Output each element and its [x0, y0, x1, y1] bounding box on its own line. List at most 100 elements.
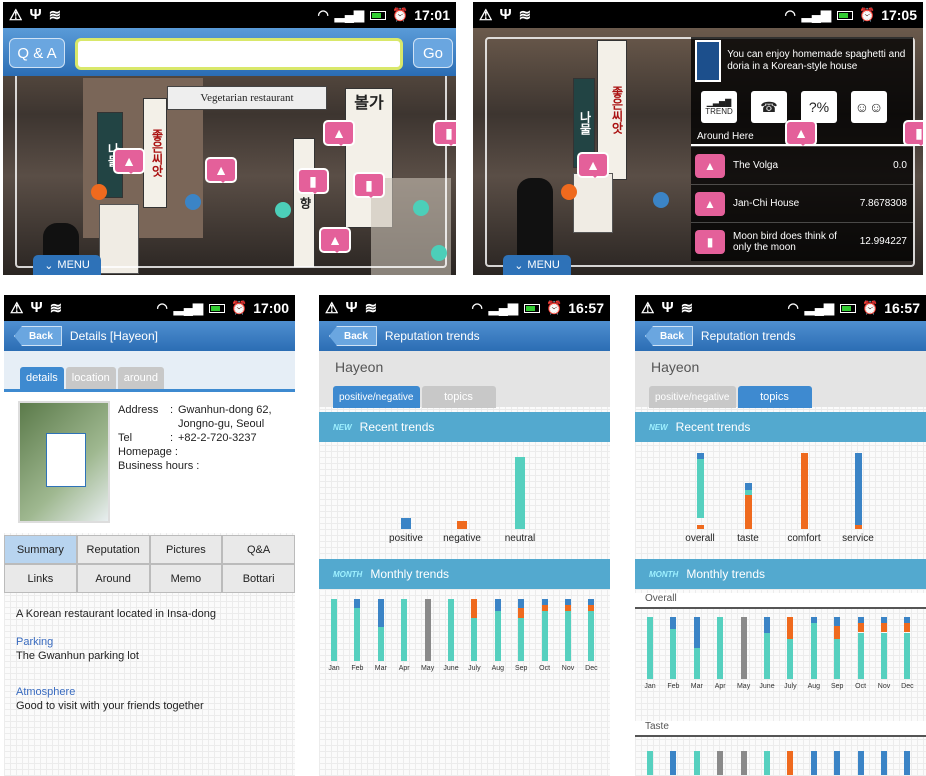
button-reputation[interactable]: Reputation — [76, 535, 150, 564]
cafe-pin[interactable]: ▮ — [433, 120, 456, 146]
bar-label: neutral — [504, 533, 536, 544]
phone-icon[interactable]: ☎ — [751, 91, 787, 123]
month-label: Sep — [514, 665, 528, 672]
button-bottari[interactable]: Bottari — [222, 564, 295, 593]
cafe-pin[interactable]: ▮ — [297, 168, 329, 194]
warning-icon: ⚠ — [641, 300, 655, 317]
button-memo[interactable]: Memo — [149, 564, 223, 593]
month-bar-mar — [377, 599, 384, 627]
bar-overall — [697, 525, 704, 529]
app-bar: Back Reputation trends — [635, 321, 926, 351]
restaurant-pin[interactable]: ▲ — [785, 120, 817, 146]
location-dot[interactable] — [275, 202, 291, 218]
page-title: Reputation trends — [384, 329, 480, 343]
back-button[interactable]: Back — [14, 326, 62, 346]
signal-icon: ▂▄▆ — [804, 300, 834, 315]
reputation-tabs: positive/negative topics — [649, 386, 812, 408]
month-label: May — [420, 665, 435, 672]
place-item[interactable]: ▮ Moon bird does think of only the moon 12… — [691, 222, 913, 260]
battery-icon — [209, 303, 225, 313]
tab-around[interactable]: around — [117, 367, 164, 389]
people-icon[interactable]: ☺☺ — [851, 91, 887, 123]
location-dot[interactable] — [413, 200, 429, 216]
tab-topics[interactable]: topics — [737, 386, 812, 408]
month-label: Nov — [561, 665, 575, 672]
month-bar-june — [764, 617, 770, 633]
signal-icon: ▂▄▆ — [334, 7, 364, 22]
month-label: July — [468, 665, 481, 672]
location-dot[interactable] — [561, 184, 577, 200]
menu-button[interactable]: ⌄ MENU — [33, 255, 101, 275]
button-around[interactable]: Around — [76, 564, 150, 593]
place-item[interactable]: ▲ Jan-Chi House 7.8678308 — [691, 184, 913, 222]
screen-ar-search: ⚠ Ψ ≋ ◠ ▂▄▆ ⏰ 17:01 Vegetarian restaurant 좋은씨… — [3, 2, 456, 275]
month-label: Mar — [690, 683, 703, 690]
place-info: Address: Gwanhun-dong 62, Jongno-gu, Seou… — [118, 403, 290, 473]
location-dot[interactable] — [91, 184, 107, 200]
restaurant-pin[interactable]: ▲ — [323, 120, 355, 146]
restaurant-pin[interactable]: ▲ — [577, 152, 609, 178]
month-label: Dec — [901, 683, 914, 690]
button-summary[interactable]: Summary — [4, 535, 77, 564]
menu-button[interactable]: ⌄ MENU — [503, 255, 571, 275]
clock: 16:57 — [884, 300, 920, 316]
month-bar-nov — [881, 623, 887, 633]
restaurant-pin[interactable]: ▲ — [319, 227, 351, 253]
status-bar: ⚠ Ψ ≋ ◠ ▂▄▆ ⏰ 16:57 — [635, 295, 926, 321]
month-bar-july — [787, 638, 794, 679]
restaurant-icon: ▲ — [695, 153, 725, 178]
promo-row[interactable]: You can enjoy homemade spaghetti and dor… — [691, 37, 913, 85]
month-bar-sep — [834, 617, 841, 627]
month-label: Dec — [585, 665, 598, 672]
cafe-pin[interactable]: ▮ — [353, 172, 385, 198]
location-dot[interactable] — [185, 194, 201, 210]
month-bar-sep — [834, 638, 841, 679]
location-dot[interactable] — [431, 245, 447, 261]
bar-service — [855, 453, 862, 526]
clock: 17:05 — [881, 7, 917, 23]
feed-icon: ≋ — [680, 300, 694, 317]
price-icon[interactable]: ?% — [801, 91, 837, 123]
place-photo — [18, 401, 110, 523]
tab-positive-negative[interactable]: positive/negative — [333, 386, 420, 408]
homepage-label: Homepage : — [118, 446, 178, 458]
qa-button[interactable]: Q & A — [9, 38, 65, 68]
feed-icon: ≋ — [48, 7, 62, 24]
month-bar-july — [787, 617, 794, 639]
location-dot[interactable] — [653, 192, 669, 208]
warning-icon: ⚠ — [10, 300, 24, 317]
button-pictures[interactable]: Pictures — [149, 535, 223, 564]
button-links[interactable]: Links — [4, 564, 77, 593]
battery-icon — [837, 10, 853, 20]
bar-positive — [401, 518, 411, 529]
back-button[interactable]: Back — [645, 326, 693, 346]
chevron-down-icon: ⌄ — [44, 259, 54, 272]
restaurant-icon: ▲ — [695, 191, 725, 216]
restaurant-pin[interactable]: ▲ — [205, 157, 237, 183]
month-bar-sep — [518, 617, 525, 661]
wifi-icon: ◠ — [787, 300, 799, 315]
feed-icon: ≋ — [49, 300, 63, 317]
button-qa[interactable]: Q&A — [222, 535, 295, 564]
cafe-pin[interactable]: ▮ — [903, 120, 923, 146]
search-input[interactable] — [75, 38, 403, 70]
tab-topics[interactable]: topics — [421, 386, 496, 408]
month-bar — [764, 751, 770, 775]
place-item[interactable]: ▲ The Volga 0.0 — [691, 146, 913, 184]
tel-value[interactable]: +82-2-720-3237 — [178, 431, 257, 445]
month-bar-sep — [518, 599, 525, 609]
go-button[interactable]: Go — [413, 38, 453, 68]
screen-reputation-posneg: ⚠ Ψ ≋ ◠ ▂▄▆ ⏰ 16:57 Back Reputation trends Ha… — [319, 295, 610, 776]
month-label: Feb — [667, 683, 680, 690]
screen-reputation-topics: ⚠ Ψ ≋ ◠ ▂▄▆ ⏰ 16:57 Back Reputation trends Ha… — [635, 295, 926, 776]
month-bar-aug — [494, 611, 501, 661]
tab-details[interactable]: details — [20, 367, 64, 389]
tab-location[interactable]: location — [65, 367, 116, 389]
address-label: Address — [118, 404, 159, 416]
month-bar — [904, 751, 911, 775]
back-button[interactable]: Back — [329, 326, 377, 346]
battery-icon — [524, 303, 540, 313]
tab-positive-negative[interactable]: positive/negative — [649, 386, 736, 408]
restaurant-pin[interactable]: ▲ — [113, 148, 145, 174]
trend-icon[interactable]: ▁▃▅▇ TREND — [701, 91, 737, 123]
